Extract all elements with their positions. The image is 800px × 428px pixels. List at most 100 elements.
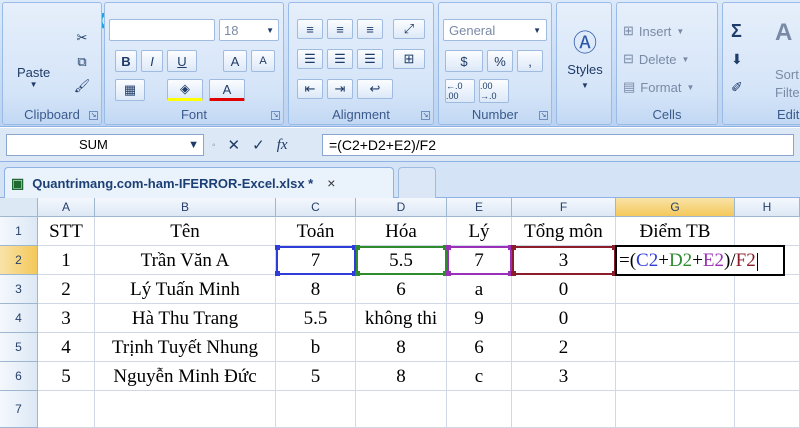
cell-g6[interactable]: [616, 362, 735, 391]
number-launcher-icon[interactable]: ↘: [539, 111, 548, 120]
align-top-icon[interactable]: ≡: [297, 19, 323, 39]
copy-icon[interactable]: ⧉: [71, 53, 93, 71]
column-header-h[interactable]: H: [735, 198, 800, 217]
cell-g5[interactable]: [616, 333, 735, 362]
cell-f5[interactable]: 2: [512, 333, 616, 362]
close-icon[interactable]: ×: [327, 175, 335, 191]
cell-d3[interactable]: 6: [356, 275, 447, 304]
select-all-corner[interactable]: [0, 198, 38, 217]
cell-e7[interactable]: [447, 391, 512, 428]
cell-c4[interactable]: 5.5: [276, 304, 356, 333]
orientation-icon[interactable]: ⤢: [393, 19, 425, 39]
cell-d5[interactable]: 8: [356, 333, 447, 362]
cell-a6[interactable]: 5: [38, 362, 95, 391]
chevron-down-icon[interactable]: ▼: [188, 135, 199, 155]
cancel-icon[interactable]: ✕: [228, 136, 241, 154]
cell-d1[interactable]: Hóa: [356, 217, 447, 246]
cell-c5[interactable]: b: [276, 333, 356, 362]
column-header-f[interactable]: F: [512, 198, 616, 217]
cell-b6[interactable]: Nguyễn Minh Đức: [95, 362, 276, 391]
cell-c6[interactable]: 5: [276, 362, 356, 391]
comma-button[interactable]: ,: [517, 50, 543, 72]
cell-f2[interactable]: 3: [512, 246, 616, 275]
cell-c3[interactable]: 8: [276, 275, 356, 304]
increase-decimal-button[interactable]: ←.0 .00: [445, 79, 475, 103]
formula-input[interactable]: =(C2+D2+E2)/F2: [322, 134, 794, 156]
active-cell-g2-editor[interactable]: =(C2+D2+E2)/F2: [615, 245, 785, 276]
cell-g3[interactable]: [616, 275, 735, 304]
align-center-icon[interactable]: ☰: [327, 49, 353, 69]
cell-b4[interactable]: Hà Thu Trang: [95, 304, 276, 333]
cell-e4[interactable]: 9: [447, 304, 512, 333]
shrink-font-button[interactable]: A: [251, 50, 275, 72]
cell-e3[interactable]: a: [447, 275, 512, 304]
decrease-indent-icon[interactable]: ⇤: [297, 79, 323, 99]
row-header-5[interactable]: 5: [0, 333, 38, 362]
clear-icon[interactable]: ✐: [731, 79, 743, 96]
cell-e1[interactable]: Lý: [447, 217, 512, 246]
merge-icon[interactable]: ⊞: [393, 49, 425, 69]
cell-a1[interactable]: STT: [38, 217, 95, 246]
cell-h1[interactable]: [735, 217, 800, 246]
cell-d2[interactable]: 5.5: [356, 246, 447, 275]
cell-d6[interactable]: 8: [356, 362, 447, 391]
cell-b2[interactable]: Trần Văn A: [95, 246, 276, 275]
row-header-1[interactable]: 1: [0, 217, 38, 246]
column-header-g[interactable]: G: [616, 198, 735, 217]
decrease-decimal-button[interactable]: .00 →.0: [479, 79, 509, 103]
currency-button[interactable]: $: [445, 50, 483, 72]
cell-b7[interactable]: [95, 391, 276, 428]
column-header-b[interactable]: B: [95, 198, 276, 217]
cell-c2[interactable]: 7: [276, 246, 356, 275]
row-header-2[interactable]: 2: [0, 246, 38, 275]
new-tab-button[interactable]: [398, 167, 436, 198]
insert-function-icon[interactable]: fx: [277, 137, 288, 154]
cell-h4[interactable]: [735, 304, 800, 333]
cell-f4[interactable]: 0: [512, 304, 616, 333]
cell-f3[interactable]: 0: [512, 275, 616, 304]
cell-h7[interactable]: [735, 391, 800, 428]
cell-a5[interactable]: 4: [38, 333, 95, 362]
clipboard-launcher-icon[interactable]: ↘: [89, 111, 98, 120]
format-painter-icon[interactable]: 🖌: [71, 77, 93, 95]
fill-color-icon[interactable]: ◈: [167, 79, 203, 101]
italic-button[interactable]: I: [141, 50, 163, 72]
cell-f1[interactable]: Tổng môn: [512, 217, 616, 246]
cell-b3[interactable]: Lý Tuấn Minh: [95, 275, 276, 304]
cell-a3[interactable]: 2: [38, 275, 95, 304]
autosum-button[interactable]: Σ: [731, 21, 742, 42]
cell-h3[interactable]: [735, 275, 800, 304]
percent-button[interactable]: %: [487, 50, 513, 72]
align-left-icon[interactable]: ☰: [297, 49, 323, 69]
cell-f6[interactable]: 3: [512, 362, 616, 391]
row-header-4[interactable]: 4: [0, 304, 38, 333]
font-name-select[interactable]: [109, 19, 215, 41]
cell-h5[interactable]: [735, 333, 800, 362]
cell-a7[interactable]: [38, 391, 95, 428]
column-header-a[interactable]: A: [38, 198, 95, 217]
align-bottom-icon[interactable]: ≡: [357, 19, 383, 39]
alignment-launcher-icon[interactable]: ↘: [421, 111, 430, 120]
cell-e5[interactable]: 6: [447, 333, 512, 362]
increase-indent-icon[interactable]: ⇥: [327, 79, 353, 99]
cell-b1[interactable]: Tên: [95, 217, 276, 246]
document-tab[interactable]: ▣ Quantrimang.com-ham-IFERROR-Excel.xlsx…: [4, 167, 394, 198]
paste-button[interactable]: Paste ▼: [17, 65, 50, 89]
bold-button[interactable]: B: [115, 50, 137, 72]
number-format-select[interactable]: General ▼: [443, 19, 547, 41]
align-middle-icon[interactable]: ≡: [327, 19, 353, 39]
sort-filter-icon[interactable]: A: [775, 19, 792, 47]
cell-d7[interactable]: [356, 391, 447, 428]
name-box[interactable]: SUM ▼: [6, 134, 204, 156]
wrap-text-icon[interactable]: ↩: [357, 79, 393, 99]
font-launcher-icon[interactable]: ↘: [271, 111, 280, 120]
column-header-e[interactable]: E: [447, 198, 512, 217]
delete-button[interactable]: ⊟ Delete ▼: [623, 51, 689, 67]
underline-button[interactable]: U: [167, 50, 197, 72]
column-header-c[interactable]: C: [276, 198, 356, 217]
font-size-select[interactable]: 18 ▼: [219, 19, 279, 41]
cell-g4[interactable]: [616, 304, 735, 333]
cell-g7[interactable]: [616, 391, 735, 428]
row-header-3[interactable]: 3: [0, 275, 38, 304]
styles-button[interactable]: Ⓐ Styles ▼: [561, 23, 609, 90]
